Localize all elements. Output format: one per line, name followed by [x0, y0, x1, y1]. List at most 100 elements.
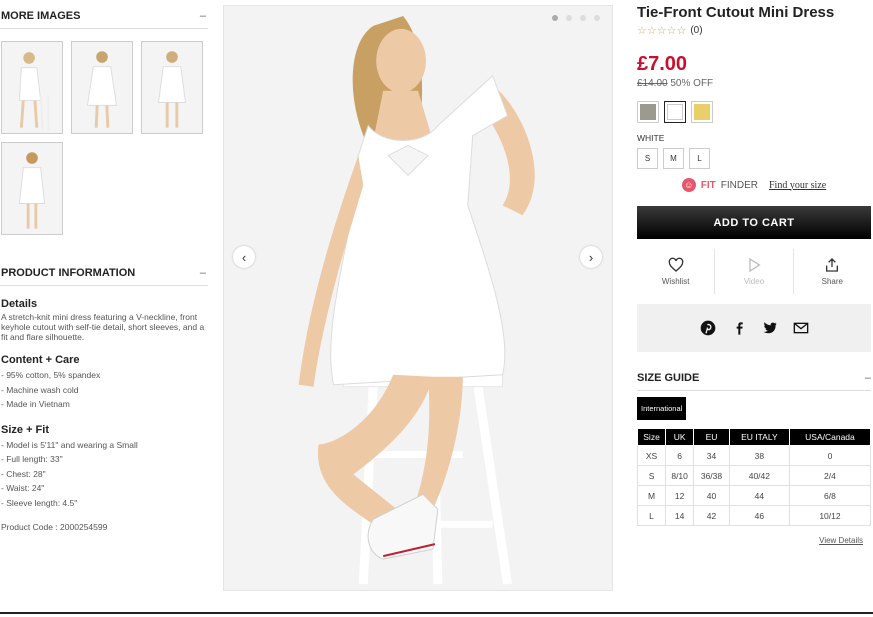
carousel-dot[interactable]	[552, 15, 558, 21]
list-item: - Sleeve length: 4.5"	[1, 497, 78, 508]
table-cell: 42	[693, 505, 730, 526]
table-cell: 40/42	[728, 465, 790, 486]
product-info-header[interactable]: PRODUCT INFORMATION –	[0, 257, 208, 286]
list-item: - Waist: 24"	[1, 483, 45, 493]
content-list: - 95% cotton, 5% spandex - Machine wash …	[1, 368, 208, 412]
table-cell: 34	[693, 445, 730, 466]
share-button[interactable]: Share	[794, 249, 871, 294]
size-guide-title: SIZE GUIDE	[637, 372, 700, 384]
size-guide-table: Size UK EU EU ITALY USA/Canada XS 6 34 3…	[636, 428, 872, 526]
carousel-dot[interactable]	[594, 15, 600, 21]
table-cell: 40	[693, 485, 730, 506]
next-image-button[interactable]: ›	[580, 246, 602, 268]
table-cell: 6/8	[788, 485, 872, 506]
find-size-link[interactable]: Find your size	[769, 180, 826, 191]
list-item: - Made in Vietnam	[1, 399, 70, 409]
grey-swatch	[640, 104, 656, 120]
thumbnail-4[interactable]	[1, 142, 63, 235]
collapse-icon[interactable]: –	[200, 10, 208, 22]
list-item: - Full length: 33"	[1, 454, 63, 464]
wishlist-button[interactable]: Wishlist	[637, 249, 716, 294]
share-icon	[826, 258, 839, 272]
table-cell: L	[636, 505, 667, 526]
table-cell: 8/10	[665, 465, 695, 486]
details-text: A stretch-knit mini dress featuring a V-…	[1, 312, 205, 342]
product-title: Tie-Front Cutout Mini Dress	[637, 4, 835, 21]
column-header: EU	[693, 428, 730, 446]
size-guide-header[interactable]: SIZE GUIDE –	[637, 372, 871, 391]
share-label: Share	[821, 277, 843, 286]
size-l-button[interactable]: L	[689, 148, 710, 169]
list-item: - Model is 5'11" and wearing a Small	[1, 439, 138, 450]
table-cell: M	[636, 485, 667, 506]
list-item: - Machine wash cold	[1, 384, 79, 395]
product-info-title: PRODUCT INFORMATION	[1, 267, 136, 279]
thumbnail-3[interactable]	[141, 41, 203, 134]
sale-price: £7.00	[637, 53, 688, 75]
main-product-image[interactable]: ‹ ›	[223, 5, 613, 591]
collapse-icon[interactable]: –	[865, 372, 871, 384]
carousel-dot[interactable]	[580, 15, 586, 21]
table-cell: 38	[728, 445, 790, 466]
table-row: M 12 40 44 6/8	[636, 485, 872, 506]
table-cell: 46	[728, 505, 790, 526]
fit-finder[interactable]: ☺ FIT FINDER Find your size	[637, 178, 871, 192]
table-cell: 44	[728, 485, 790, 506]
finder-label: FINDER	[720, 179, 758, 191]
rating[interactable]: ☆☆☆☆☆ (0)	[637, 24, 871, 37]
swatch-white[interactable]	[664, 101, 686, 123]
tab-international[interactable]: International	[637, 397, 687, 420]
product-code: Product Code : 2000254599	[1, 522, 108, 532]
carousel-dot[interactable]	[566, 15, 572, 21]
discount-label: 50% OFF	[670, 78, 714, 89]
size-s-button[interactable]: S	[637, 148, 658, 169]
collapse-icon[interactable]: –	[200, 267, 208, 279]
yellow-swatch	[694, 104, 710, 120]
action-bar: Wishlist Video Share	[637, 249, 871, 294]
color-swatches	[637, 101, 871, 123]
size-fit-list: - Model is 5'11" and wearing a Small - F…	[1, 438, 208, 511]
video-button[interactable]: Video	[715, 249, 794, 294]
size-options: S M L	[637, 148, 871, 169]
social-share-bar	[637, 304, 871, 352]
more-images-header[interactable]: MORE IMAGES –	[0, 0, 208, 29]
table-cell: 6	[665, 445, 695, 466]
twitter-icon[interactable]	[762, 320, 778, 336]
product-info: Details A stretch-knit mini dress featur…	[0, 298, 208, 532]
table-cell: 10/12	[788, 505, 872, 526]
details-heading: Details	[1, 298, 38, 310]
product-panel: Tie-Front Cutout Mini Dress ☆☆☆☆☆ (0) £7…	[636, 0, 872, 545]
white-swatch	[667, 104, 683, 120]
column-header: EU ITALY	[728, 428, 790, 446]
chevron-left-icon: ‹	[241, 249, 247, 265]
column-header: USA/Canada	[788, 428, 872, 446]
size-fit-heading: Size + Fit	[1, 423, 49, 436]
prev-image-button[interactable]: ‹	[233, 246, 255, 268]
thumbnail-1[interactable]	[1, 41, 63, 134]
add-to-cart-button[interactable]: ADD TO CART	[637, 206, 871, 239]
old-price: £14.00	[637, 78, 668, 89]
pinterest-icon[interactable]	[700, 320, 716, 336]
view-details-link[interactable]: View Details	[637, 536, 871, 545]
thumbnail-2[interactable]	[71, 41, 133, 134]
play-icon	[749, 257, 761, 273]
swatch-grey[interactable]	[637, 101, 659, 123]
swatch-yellow[interactable]	[691, 101, 713, 123]
video-label: Video	[743, 277, 765, 286]
table-cell: 14	[665, 505, 695, 526]
table-row: XS 6 34 38 0	[636, 445, 872, 466]
heart-icon	[668, 257, 683, 272]
left-column: MORE IMAGES – PRODUCT INFORMATION – Deta…	[0, 0, 208, 532]
table-row: S 8/10 36/38 40/42 2/4	[636, 465, 872, 486]
fit-label: FIT	[700, 179, 716, 191]
size-m-button[interactable]: M	[663, 148, 684, 169]
facebook-icon[interactable]	[731, 320, 747, 336]
more-images-title: MORE IMAGES	[1, 10, 81, 22]
table-row: L 14 42 46 10/12	[636, 505, 872, 526]
table-cell: 0	[788, 445, 872, 466]
email-icon[interactable]	[793, 320, 809, 336]
table-cell: S	[636, 465, 667, 486]
fit-finder-icon: ☺	[681, 178, 696, 192]
selected-color: WHITE	[637, 133, 665, 143]
carousel-dots	[552, 15, 600, 21]
